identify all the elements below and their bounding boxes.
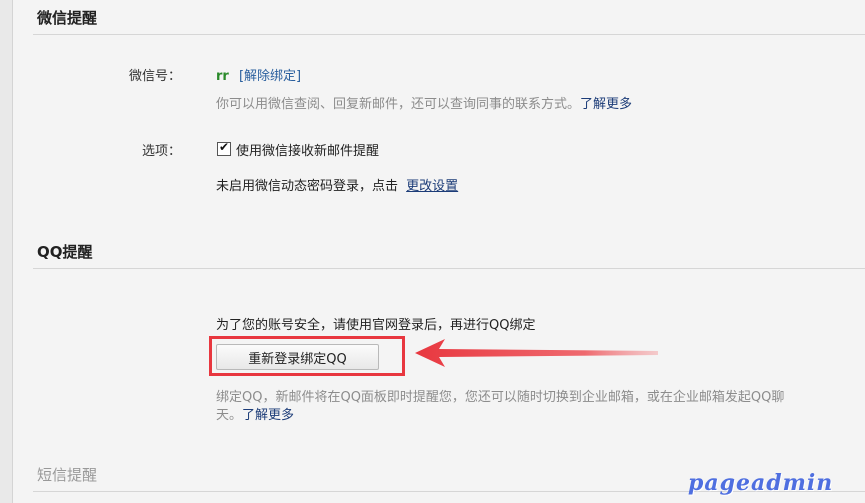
qq-desc-line2-text: 天。 (216, 408, 243, 423)
wechat-id-label: 微信号： (128, 69, 181, 84)
rebind-qq-button[interactable]: 重新登录绑定QQ (216, 344, 379, 370)
options-label: 选项： (141, 144, 181, 159)
watermark-logo: pageadmin (688, 470, 834, 496)
annotation-arrow (415, 339, 658, 367)
settings-panel: 微信提醒 微信号： rr [解除绑定] 你可以用微信查阅、回复新邮件，还可以查询… (13, 0, 865, 503)
change-settings-link[interactable]: 更改设置 (406, 179, 458, 194)
qq-section-title: QQ提醒 (37, 243, 93, 261)
qq-security-notice: 为了您的账号安全，请使用官网登录后，再进行QQ绑定 (216, 318, 536, 333)
dynamic-password-row: 未启用微信动态密码登录，点击 更改设置 (216, 175, 458, 194)
wechat-id-value: rr (216, 69, 229, 84)
wechat-desc-text: 你可以用微信查阅、回复新邮件，还可以查询同事的联系方式。 (216, 97, 581, 112)
qq-learn-more-link[interactable]: 了解更多 (242, 408, 294, 423)
unbind-link[interactable]: [解除绑定] (239, 69, 301, 84)
qq-section-header: QQ提醒 (33, 232, 865, 269)
qq-description-line2: 天。了解更多 (216, 404, 294, 423)
dynamic-password-text: 未启用微信动态密码登录，点击 (216, 179, 399, 194)
wechat-learn-more-link[interactable]: 了解更多 (580, 97, 632, 112)
sms-section-title: 短信提醒 (37, 466, 98, 484)
qq-description-line1: 绑定QQ，新邮件将在QQ面板即时提醒您，您还可以随时切换到企业邮箱，或在企业邮箱… (216, 390, 785, 405)
wechat-section-title: 微信提醒 (37, 9, 98, 27)
wechat-notify-option-label: 使用微信接收新邮件提醒 (236, 144, 380, 159)
wechat-notify-checkbox[interactable]: ✔ (217, 140, 231, 156)
wechat-id-row: rr [解除绑定] (216, 65, 301, 84)
left-sidebar-edge (0, 0, 13, 503)
wechat-section-header: 微信提醒 (33, 0, 865, 35)
check-icon: ✔ (219, 140, 230, 154)
wechat-description: 你可以用微信查阅、回复新邮件，还可以查询同事的联系方式。了解更多 (216, 93, 632, 112)
